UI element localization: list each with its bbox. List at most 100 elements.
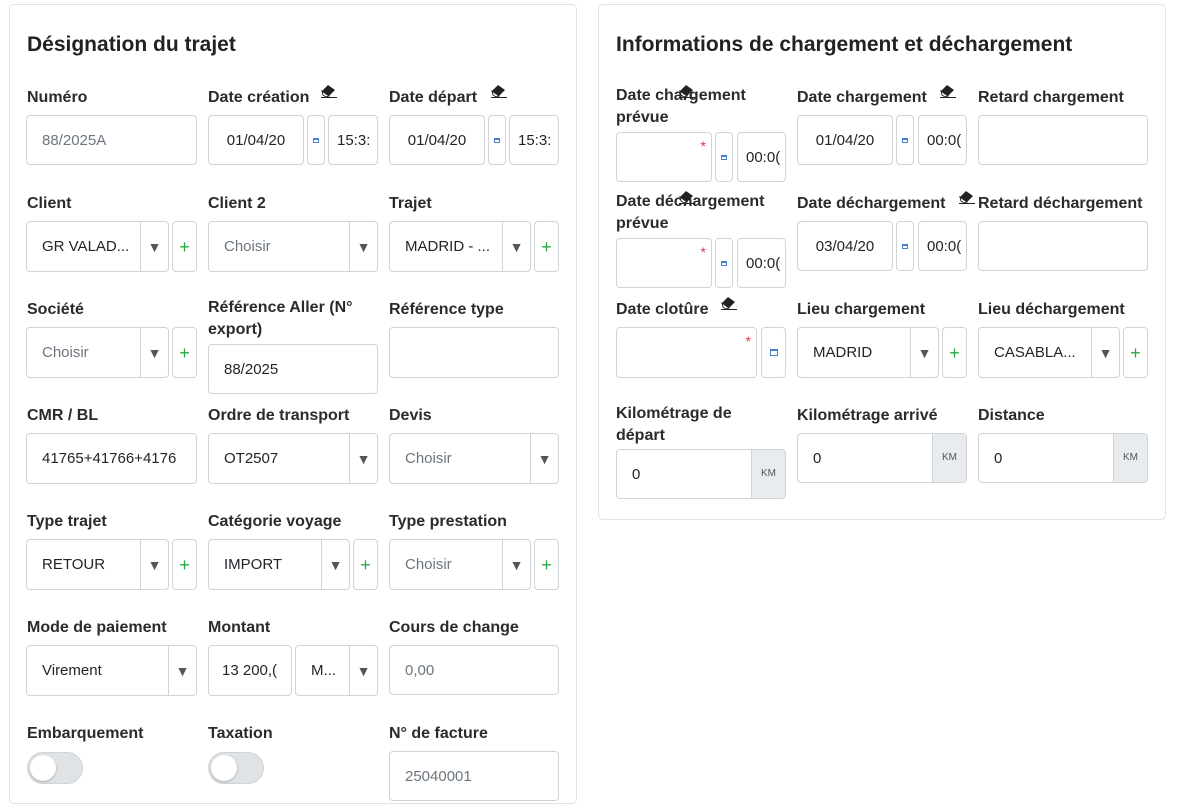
date-chargement-date-input[interactable]: 01/04/20 xyxy=(797,115,893,165)
taxation-toggle[interactable] xyxy=(208,752,264,784)
embarquement-toggle[interactable] xyxy=(27,752,83,784)
retard-chargement-label: Retard chargement xyxy=(978,89,1124,106)
date-dechargement-date-input[interactable]: 03/04/20 xyxy=(797,221,893,271)
mode-paiement-select[interactable]: Virement ▼ xyxy=(26,645,197,696)
reference-aller-input[interactable]: 88/2025 xyxy=(208,344,378,394)
add-lieu-dechargement-button[interactable]: + xyxy=(1123,327,1148,378)
chevron-down-icon: ▼ xyxy=(140,328,168,377)
asterisk-icon: * xyxy=(700,138,706,154)
mode-paiement-select-value: Virement xyxy=(42,662,102,679)
numero-label: Numéro xyxy=(27,89,88,106)
type-trajet-select[interactable]: RETOUR ▼ xyxy=(26,539,169,590)
eraser-icon[interactable] xyxy=(678,190,696,204)
date-creation-calendar-button[interactable] xyxy=(307,115,325,165)
date-depart-date-input[interactable]: 01/04/20 xyxy=(389,115,485,165)
lieu-dechargement-select[interactable]: CASABLA... ▼ xyxy=(978,327,1120,378)
chargement-prevue-time-input[interactable]: 00:0( xyxy=(737,132,786,182)
numero-input[interactable]: 88/2025A xyxy=(26,115,197,165)
add-categorie-voyage-button[interactable]: + xyxy=(353,539,378,590)
facture-input[interactable]: 25040001 xyxy=(389,751,559,801)
date-depart-time-input[interactable]: 15:3: xyxy=(509,115,559,165)
client-select[interactable]: GR VALAD... ▼ xyxy=(26,221,169,272)
chevron-down-icon: ▼ xyxy=(321,540,349,589)
trajet-label: Trajet xyxy=(389,195,432,212)
type-trajet-label: Type trajet xyxy=(27,513,107,530)
trajet-select-value: MADRID - ... xyxy=(405,238,490,255)
chargement-prevue-date-input[interactable]: * xyxy=(616,132,712,182)
embarquement-label: Embarquement xyxy=(27,725,144,742)
date-chargement-calendar-button[interactable] xyxy=(896,115,914,165)
asterisk-icon: * xyxy=(745,333,751,349)
date-cloture-input[interactable]: * xyxy=(616,327,757,378)
client-select-value: GR VALAD... xyxy=(42,238,130,255)
eraser-icon[interactable] xyxy=(939,84,957,98)
client2-select[interactable]: Choisir ▼ xyxy=(208,221,378,272)
add-type-trajet-button[interactable]: + xyxy=(172,539,197,590)
societe-select[interactable]: Choisir ▼ xyxy=(26,327,169,378)
dechargement-prevue-time-input[interactable]: 00:0( xyxy=(737,238,786,288)
chargement-prevue-calendar-button[interactable] xyxy=(715,132,733,182)
plus-icon: + xyxy=(360,554,371,575)
cours-change-input[interactable]: 0,00 xyxy=(389,645,559,695)
km-arrive-input[interactable]: 0 KM xyxy=(797,433,967,483)
taxation-label: Taxation xyxy=(208,725,273,742)
reference-aller-label: Référence Aller (N° export) xyxy=(208,297,353,341)
km-depart-label: Kilométrage de départ xyxy=(616,403,732,447)
add-societe-button[interactable]: + xyxy=(172,327,197,378)
eraser-icon[interactable] xyxy=(320,84,338,98)
date-dechargement-calendar-button[interactable] xyxy=(896,221,914,271)
km-unit-addon: KM xyxy=(1113,434,1147,482)
devise-select[interactable]: M... ▼ xyxy=(295,645,378,696)
cmr-input[interactable]: 41765+41766+4176 xyxy=(26,433,197,484)
chevron-down-icon: ▼ xyxy=(140,222,168,271)
date-depart-calendar-button[interactable] xyxy=(488,115,506,165)
calendar-icon xyxy=(902,243,908,249)
eraser-icon[interactable] xyxy=(490,84,508,98)
date-dechargement-time-input[interactable]: 00:0( xyxy=(918,221,967,271)
dechargement-prevue-date-input[interactable]: * xyxy=(616,238,712,288)
categorie-voyage-select[interactable]: IMPORT ▼ xyxy=(208,539,350,590)
km-depart-input[interactable]: 0 KM xyxy=(616,449,786,499)
add-type-prestation-button[interactable]: + xyxy=(534,539,559,590)
retard-dechargement-input[interactable] xyxy=(978,221,1148,271)
date-creation-date-input[interactable]: 01/04/20 xyxy=(208,115,304,165)
type-trajet-select-value: RETOUR xyxy=(42,556,106,573)
km-depart-label-line2: départ xyxy=(616,427,665,444)
eraser-icon[interactable] xyxy=(958,190,976,204)
reference-type-input[interactable] xyxy=(389,327,559,378)
calendar-icon xyxy=(721,260,727,266)
trajet-select[interactable]: MADRID - ... ▼ xyxy=(389,221,531,272)
add-lieu-chargement-button[interactable]: + xyxy=(942,327,967,378)
type-prestation-select-value: Choisir xyxy=(405,556,452,573)
km-arrive-label: Kilométrage arrivé xyxy=(797,407,938,424)
cours-change-label: Cours de change xyxy=(389,619,519,636)
add-client-button[interactable]: + xyxy=(172,221,197,272)
chevron-down-icon: ▼ xyxy=(349,646,377,695)
plus-icon: + xyxy=(179,236,190,257)
devis-select[interactable]: Choisir ▼ xyxy=(389,433,559,484)
date-creation-label: Date création xyxy=(208,89,310,106)
date-dechargement-label: Date déchargement xyxy=(797,195,946,212)
add-trajet-button[interactable]: + xyxy=(534,221,559,272)
lieu-chargement-select[interactable]: MADRID ▼ xyxy=(797,327,939,378)
date-chargement-time-input[interactable]: 00:0( xyxy=(918,115,967,165)
facture-label: N° de facture xyxy=(389,725,488,742)
km-arrive-value: 0 xyxy=(813,449,822,467)
dechargement-prevue-calendar-button[interactable] xyxy=(715,238,733,288)
eraser-icon[interactable] xyxy=(678,84,696,98)
eraser-icon[interactable] xyxy=(720,296,738,310)
retard-chargement-input[interactable] xyxy=(978,115,1148,165)
devis-label: Devis xyxy=(389,407,432,424)
reference-aller-label-line1: Référence Aller (N° xyxy=(208,299,353,316)
dechargement-prevue-label-line2: prévue xyxy=(616,215,669,232)
type-prestation-select[interactable]: Choisir ▼ xyxy=(389,539,531,590)
montant-input[interactable]: 13 200,( xyxy=(208,645,292,696)
ordre-transport-select-value: OT2507 xyxy=(224,450,279,467)
reference-type-label: Référence type xyxy=(389,301,504,318)
chevron-down-icon: ▼ xyxy=(140,540,168,589)
ordre-transport-select[interactable]: OT2507 ▼ xyxy=(208,433,378,484)
distance-input[interactable]: 0 KM xyxy=(978,433,1148,483)
date-creation-time-input[interactable]: 15:3: xyxy=(328,115,378,165)
date-cloture-calendar-button[interactable] xyxy=(761,327,786,378)
client2-select-value: Choisir xyxy=(224,238,271,255)
